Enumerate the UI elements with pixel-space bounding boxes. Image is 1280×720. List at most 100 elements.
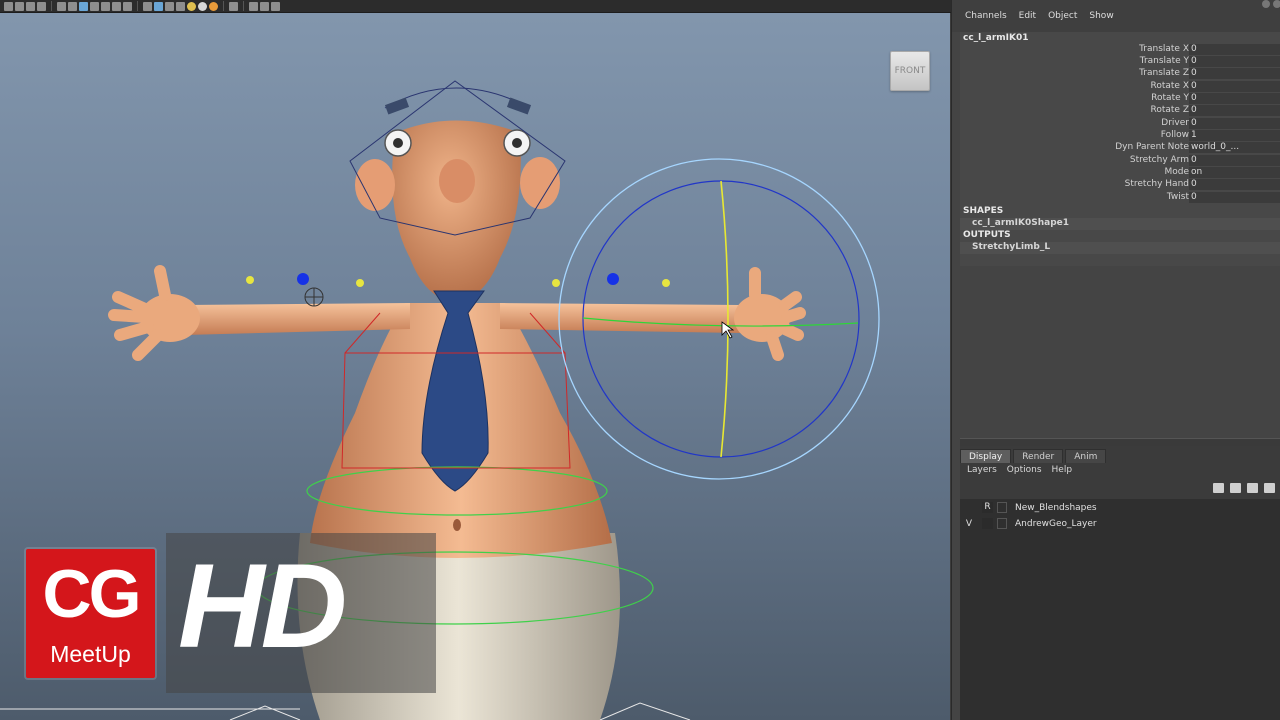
toolbar-divider: [51, 1, 52, 11]
xray-icon[interactable]: [249, 1, 258, 11]
xray-joints-icon[interactable]: [260, 1, 269, 11]
xray-components-icon[interactable]: [271, 1, 280, 11]
attr-value[interactable]: 0: [1189, 44, 1280, 55]
attr-row-twist[interactable]: Twist 0: [960, 192, 1280, 204]
layer-row[interactable]: R New_Blendshapes: [960, 501, 1280, 516]
attr-value[interactable]: 0: [1189, 81, 1280, 92]
outputs-header: OUTPUTS: [963, 230, 1011, 240]
layer-name[interactable]: New_Blendshapes: [1015, 503, 1097, 513]
attr-value[interactable]: 0: [1189, 56, 1280, 67]
attr-value[interactable]: on: [1189, 167, 1280, 178]
field-chart-icon[interactable]: [101, 1, 110, 11]
attr-label: Stretchy Hand: [1124, 179, 1189, 189]
view-cube[interactable]: FRONT: [890, 51, 930, 91]
layer-display-type-toggle[interactable]: [982, 518, 993, 529]
film-gate-icon[interactable]: [68, 1, 77, 11]
layer-color-swatch[interactable]: [997, 502, 1007, 513]
character-left-ear: [355, 159, 395, 211]
select-camera-icon[interactable]: [4, 1, 13, 11]
layer-editor-menu: Layers Options Help: [967, 465, 1072, 475]
attr-label: Mode: [1164, 167, 1189, 177]
help-icon[interactable]: [1262, 0, 1270, 8]
attr-row-translate-y[interactable]: Translate Y 0: [960, 56, 1280, 68]
character-head: [392, 120, 521, 303]
bookmark-icon[interactable]: [26, 1, 35, 11]
safe-action-icon[interactable]: [112, 1, 121, 11]
attr-row-dyn-parent[interactable]: Dyn Parent Note world_0_...: [960, 142, 1280, 154]
cgmeetup-logo: CG MeetUp: [26, 549, 155, 678]
attr-label: Rotate Z: [1150, 105, 1190, 115]
attr-value[interactable]: 0: [1189, 192, 1280, 203]
gate-mask-icon[interactable]: [90, 1, 99, 11]
shape-node-item[interactable]: cc_l_armIK0Shape1: [960, 218, 1280, 230]
tab-anim[interactable]: Anim: [1065, 449, 1107, 463]
output-node-item[interactable]: StretchyLimb_L: [960, 242, 1280, 254]
attr-value[interactable]: 0: [1189, 68, 1280, 79]
new-empty-layer-icon[interactable]: [1247, 483, 1258, 493]
menu-channels[interactable]: Channels: [965, 11, 1007, 21]
attr-row-rotate-y[interactable]: Rotate Y 0: [960, 93, 1280, 105]
menu-show[interactable]: Show: [1089, 11, 1113, 21]
lock-camera-icon[interactable]: [15, 1, 24, 11]
layer-visibility-toggle[interactable]: V: [964, 519, 974, 529]
attr-row-translate-x[interactable]: Translate X 0: [960, 44, 1280, 56]
attr-label: Rotate Y: [1151, 93, 1189, 103]
attr-value[interactable]: 0: [1189, 105, 1280, 116]
layer-editor: Display Render Anim Layers Options Help …: [960, 446, 1280, 720]
attr-label: Translate Z: [1139, 68, 1189, 78]
character-navel: [453, 519, 461, 531]
move-layer-up-icon[interactable]: [1213, 483, 1224, 493]
ambient-occlusion-icon[interactable]: [209, 1, 218, 11]
menu-layers[interactable]: Layers: [967, 465, 997, 475]
layer-row[interactable]: V AndrewGeo_Layer: [960, 517, 1280, 532]
attr-value[interactable]: world_0_...: [1189, 142, 1280, 153]
new-layer-from-selection-icon[interactable]: [1264, 483, 1275, 493]
attr-row-mode[interactable]: Mode on: [960, 167, 1280, 179]
move-layer-down-icon[interactable]: [1230, 483, 1241, 493]
tab-display[interactable]: Display: [960, 449, 1012, 463]
shadows-icon[interactable]: [198, 1, 207, 11]
attr-row-stretchy-hand[interactable]: Stretchy Hand 0: [960, 179, 1280, 191]
attr-row-rotate-z[interactable]: Rotate Z 0: [960, 105, 1280, 117]
shapes-header: SHAPES: [963, 206, 1004, 216]
layer-color-swatch[interactable]: [997, 518, 1007, 529]
grid-icon[interactable]: [57, 1, 66, 11]
character-right-arm: [500, 303, 740, 333]
attr-label: Driver: [1161, 118, 1189, 128]
safe-title-icon[interactable]: [123, 1, 132, 11]
textured-icon[interactable]: [176, 1, 185, 11]
panel-corner-icons: [1262, 0, 1280, 10]
menu-options[interactable]: Options: [1007, 465, 1042, 475]
image-plane-icon[interactable]: [37, 1, 46, 11]
resolution-gate-icon[interactable]: [79, 1, 88, 11]
toolbar-divider: [243, 1, 244, 11]
smooth-shade-icon[interactable]: [154, 1, 163, 11]
attr-row-rotate-x[interactable]: Rotate X 0: [960, 81, 1280, 93]
attr-value[interactable]: 0: [1189, 179, 1280, 190]
tab-render[interactable]: Render: [1013, 449, 1064, 463]
isolate-select-icon[interactable]: [229, 1, 238, 11]
attr-value[interactable]: 0: [1189, 155, 1280, 166]
menu-object[interactable]: Object: [1048, 11, 1077, 21]
attr-row-translate-z[interactable]: Translate Z 0: [960, 68, 1280, 80]
settings-icon[interactable]: [1273, 0, 1280, 8]
character-left-hand: [108, 265, 200, 361]
attr-value[interactable]: 0: [1189, 118, 1280, 129]
wireframe-on-shaded-icon[interactable]: [165, 1, 174, 11]
attr-label: Rotate X: [1150, 81, 1190, 91]
attr-row-driver[interactable]: Driver 0: [960, 118, 1280, 130]
layer-name[interactable]: AndrewGeo_Layer: [1015, 519, 1097, 529]
wireframe-icon[interactable]: [143, 1, 152, 11]
attr-row-stretchy-arm[interactable]: Stretchy Arm 0: [960, 155, 1280, 167]
side-panel: Channels Edit Object Show cc_l_armIK01 T…: [951, 0, 1280, 720]
attr-row-follow[interactable]: Follow 1: [960, 130, 1280, 142]
hd-badge: HD: [166, 533, 436, 693]
menu-edit[interactable]: Edit: [1019, 11, 1036, 21]
hd-badge-text: HD: [178, 539, 347, 673]
layer-display-type-toggle[interactable]: R: [982, 502, 993, 513]
attr-value[interactable]: 1: [1189, 130, 1280, 141]
menu-help[interactable]: Help: [1052, 465, 1073, 475]
attr-value[interactable]: 0: [1189, 93, 1280, 104]
lights-icon[interactable]: [187, 1, 196, 11]
selected-node-name[interactable]: cc_l_armIK01: [963, 33, 1029, 43]
